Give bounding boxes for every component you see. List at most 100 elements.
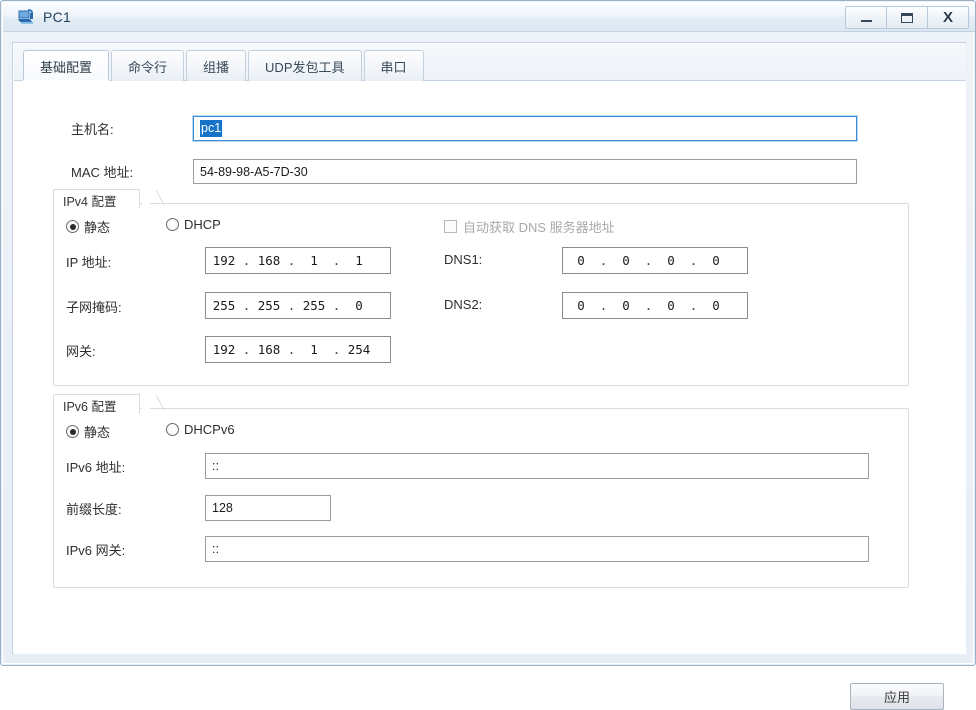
ip-dot: . — [242, 298, 251, 313]
subnet-mask-row: 子网掩码: — [66, 297, 122, 316]
dns2-input[interactable]: 0 . 0 . 0 . 0 — [562, 292, 748, 319]
ipv4-config-group: IPv4 配置 静态 DHCP 自动获取 DNS 服务器地址 IP 地址: 19… — [53, 189, 909, 386]
prefix-length-input[interactable]: 128 — [205, 495, 331, 521]
dns2-row: DNS2: — [444, 297, 482, 312]
radio-unselected-icon — [166, 218, 179, 231]
ipv6-gateway-row: IPv6 网关: — [66, 540, 125, 559]
subnet-mask-input[interactable]: 255 . 255 . 255 . 0 — [205, 292, 391, 319]
minimize-button[interactable] — [845, 6, 887, 29]
dns1-octet-4[interactable]: 0 — [698, 253, 734, 268]
checkbox-unchecked-icon — [444, 220, 457, 233]
ip-octet-3[interactable]: 1 — [296, 253, 332, 268]
ip-dot: . — [599, 253, 608, 268]
dns1-input[interactable]: 0 . 0 . 0 . 0 — [562, 247, 748, 274]
ip-address-input[interactable]: 192 . 168 . 1 . 1 — [205, 247, 391, 274]
tab-label: 命令行 — [128, 59, 168, 75]
ipv6-dhcpv6-radio[interactable]: DHCPv6 — [166, 422, 235, 437]
tab-udp-tool[interactable]: UDP发包工具 — [248, 50, 362, 81]
close-button[interactable]: X — [927, 6, 969, 29]
window-title: PC1 — [43, 9, 72, 25]
ipv6-static-radio[interactable]: 静态 — [66, 422, 110, 441]
ipv6-address-input[interactable]: :: — [205, 453, 869, 479]
prefix-length-row: 前缀长度: — [66, 499, 122, 518]
ipv6-group-tab-slant — [156, 394, 169, 417]
dns-auto-checkbox[interactable]: 自动获取 DNS 服务器地址 — [444, 217, 615, 236]
tab-label: 串口 — [380, 59, 407, 75]
gateway-input[interactable]: 192 . 168 . 1 . 254 — [205, 336, 391, 363]
mask-octet-2[interactable]: 255 — [251, 298, 287, 313]
ipv4-group-label-text: IPv4 配置 — [63, 195, 117, 209]
ipv6-config-group: IPv6 配置 静态 DHCPv6 IPv6 地址: :: 前缀长度: 128 … — [53, 394, 909, 588]
ipv6-gateway-input[interactable]: :: — [205, 536, 869, 562]
ipv6-address-value: :: — [212, 459, 219, 473]
prefix-length-label: 前缀长度: — [66, 502, 122, 517]
window-content: 基础配置 命令行 组播 UDP发包工具 串口 主机名: pc1 MAC 地址: … — [12, 42, 966, 710]
gateway-octet-2[interactable]: 168 — [251, 342, 287, 357]
ip-dot: . — [332, 253, 341, 268]
ipv6-gateway-value: :: — [212, 542, 219, 556]
ip-address-label: IP 地址: — [66, 255, 112, 270]
dns2-octet-1[interactable]: 0 — [563, 298, 599, 313]
ipv4-dhcp-radio[interactable]: DHCP — [166, 217, 221, 232]
ip-dot: . — [287, 298, 296, 313]
gateway-octet-3[interactable]: 1 — [296, 342, 332, 357]
mask-octet-1[interactable]: 255 — [206, 298, 242, 313]
hostname-input[interactable]: pc1 — [192, 115, 858, 142]
close-icon: X — [942, 9, 953, 26]
dns2-octet-4[interactable]: 0 — [698, 298, 734, 313]
dns2-octet-3[interactable]: 0 — [653, 298, 689, 313]
maximize-icon — [901, 12, 913, 23]
mask-octet-3[interactable]: 255 — [296, 298, 332, 313]
ipv6-group-label: IPv6 配置 — [53, 394, 149, 416]
tab-basic-config[interactable]: 基础配置 — [23, 50, 110, 82]
ip-dot: . — [332, 342, 341, 357]
gateway-label: 网关: — [66, 344, 96, 359]
ipv6-dhcpv6-label: DHCPv6 — [184, 422, 235, 437]
dns2-octet-2[interactable]: 0 — [608, 298, 644, 313]
tab-label: 组播 — [203, 59, 230, 75]
radio-selected-icon — [66, 425, 79, 438]
ip-dot: . — [332, 298, 341, 313]
ip-dot: . — [644, 298, 653, 313]
ip-dot: . — [287, 253, 296, 268]
title-bar[interactable]: PC1 X — [3, 3, 975, 32]
dns1-octet-3[interactable]: 0 — [653, 253, 689, 268]
mask-octet-4[interactable]: 0 — [341, 298, 377, 313]
mac-address-label: MAC 地址: — [71, 165, 134, 180]
hostname-row: 主机名: — [71, 119, 193, 138]
ipv6-address-label: IPv6 地址: — [66, 460, 126, 475]
mac-address-input[interactable]: 54-89-98-A5-7D-30 — [193, 159, 857, 184]
gateway-row: 网关: — [66, 341, 96, 360]
ip-octet-1[interactable]: 192 — [206, 253, 242, 268]
apply-button[interactable]: 应用 — [850, 683, 944, 710]
tab-label: 基础配置 — [40, 59, 93, 75]
gateway-octet-4[interactable]: 254 — [341, 342, 377, 357]
ip-octet-4[interactable]: 1 — [341, 253, 377, 268]
dns1-octet-1[interactable]: 0 — [563, 253, 599, 268]
hostname-label: 主机名: — [71, 122, 114, 137]
ip-octet-2[interactable]: 168 — [251, 253, 287, 268]
ip-dot: . — [644, 253, 653, 268]
ipv6-address-row: IPv6 地址: — [66, 457, 125, 476]
minimize-icon — [860, 20, 872, 22]
gateway-octet-1[interactable]: 192 — [206, 342, 242, 357]
tab-multicast[interactable]: 组播 — [186, 50, 247, 81]
tab-command-line[interactable]: 命令行 — [111, 50, 185, 81]
ipv4-static-radio[interactable]: 静态 — [66, 217, 110, 236]
pc-config-window: PC1 X 基础配置 命令行 组播 UDP发包工具 串口 主机名: pc1 MA… — [0, 0, 976, 710]
ipv4-dhcp-label: DHCP — [184, 217, 221, 232]
ip-address-row: IP 地址: — [66, 252, 111, 271]
basic-config-panel: 主机名: pc1 MAC 地址: 54-89-98-A5-7D-30 IPv4 … — [14, 81, 966, 710]
ip-dot: . — [599, 298, 608, 313]
dns2-label: DNS2: — [444, 297, 483, 312]
maximize-button[interactable] — [886, 6, 928, 29]
tab-strip: 基础配置 命令行 组播 UDP发包工具 串口 — [14, 44, 966, 82]
ipv6-gateway-label: IPv6 网关: — [66, 543, 126, 558]
ipv4-static-label: 静态 — [84, 220, 111, 235]
dns1-octet-2[interactable]: 0 — [608, 253, 644, 268]
ip-dot: . — [689, 298, 698, 313]
tab-label: UDP发包工具 — [265, 59, 345, 75]
ip-dot: . — [287, 342, 296, 357]
tab-serial-port[interactable]: 串口 — [363, 50, 424, 81]
dns-auto-label: 自动获取 DNS 服务器地址 — [463, 220, 615, 235]
